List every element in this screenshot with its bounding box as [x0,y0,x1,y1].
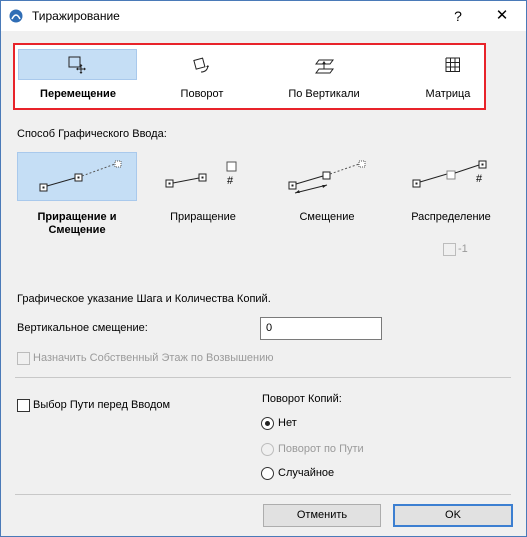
ok-button[interactable]: OK [393,504,513,527]
tab-elevate[interactable]: По Вертикали [263,48,385,105]
window-title: Тиражирование [32,9,120,23]
mode-offset[interactable]: Смещение [267,152,387,238]
increment-icon: # [165,161,237,188]
rotation-random-label: Случайное [278,467,335,479]
rotation-none-label: Нет [278,417,297,429]
mode-distribute[interactable]: # Распределение [391,152,511,238]
tab-highlight-box: Перемещение Поворот По Вертикали Матрица [13,43,486,110]
vertical-offset-input[interactable]: 0 [260,317,382,340]
mode-increment[interactable]: # Приращение [143,152,263,238]
assign-story-checkbox[interactable] [17,352,30,365]
mode-increment-offset[interactable]: Приращение и Смещение [17,152,137,238]
tab-move[interactable]: Перемещение [15,48,141,105]
tab-label: По Вертикали [288,88,360,100]
mode-caption: Приращение [170,211,236,223]
path-select-checkbox[interactable] [17,399,30,412]
graphic-hint-text: Графическое указание Шага и Количества К… [17,293,271,305]
tab-label: Поворот [180,88,224,100]
radio-selected-dot [265,421,270,426]
minus-one-label: -1 [458,243,468,255]
dialog-window: Тиражирование ? ✕ Перемещение Поворот По… [0,0,527,537]
elevate-icon [315,59,334,74]
assign-story-label: Назначить Собственный Этаж по Возвышению [33,352,274,364]
svg-text:#: # [227,175,234,187]
close-button[interactable]: ✕ [482,1,522,31]
rotation-heading: Поворот Копий: [262,393,342,405]
rotation-path-label: Поворот по Пути [278,443,364,455]
rotation-random-radio[interactable] [261,467,274,480]
input-method-heading: Способ Графического Ввода: [17,128,167,140]
cancel-button[interactable]: Отменить [263,504,381,527]
vertical-offset-label: Вертикальное смещение: [17,322,148,334]
rotate-icon [193,57,209,73]
offset-icon [288,160,366,194]
move-icon [68,56,86,74]
increment-offset-icon [39,160,122,192]
divider [15,377,511,378]
title-bar: Тиражирование ? ✕ [1,1,526,31]
divider [15,494,511,495]
app-icon [9,9,23,23]
minus-one-checkbox[interactable] [443,243,456,256]
tab-label: Перемещение [40,88,116,100]
matrix-icon [445,57,460,72]
path-select-label: Выбор Пути перед Вводом [33,399,171,411]
help-button[interactable]: ? [438,1,478,31]
tab-matrix[interactable]: Матрица [385,48,482,105]
mode-caption: Распределение [411,211,491,223]
svg-text:#: # [476,173,483,185]
mode-caption: Приращение и Смещение [37,211,117,236]
mode-caption: Смещение [299,211,355,223]
distribute-icon: # [412,160,487,188]
rotation-none-radio[interactable] [261,417,274,430]
tab-label: Матрица [425,88,471,100]
rotation-path-radio[interactable] [261,443,274,456]
tab-rotate[interactable]: Поворот [141,48,263,105]
